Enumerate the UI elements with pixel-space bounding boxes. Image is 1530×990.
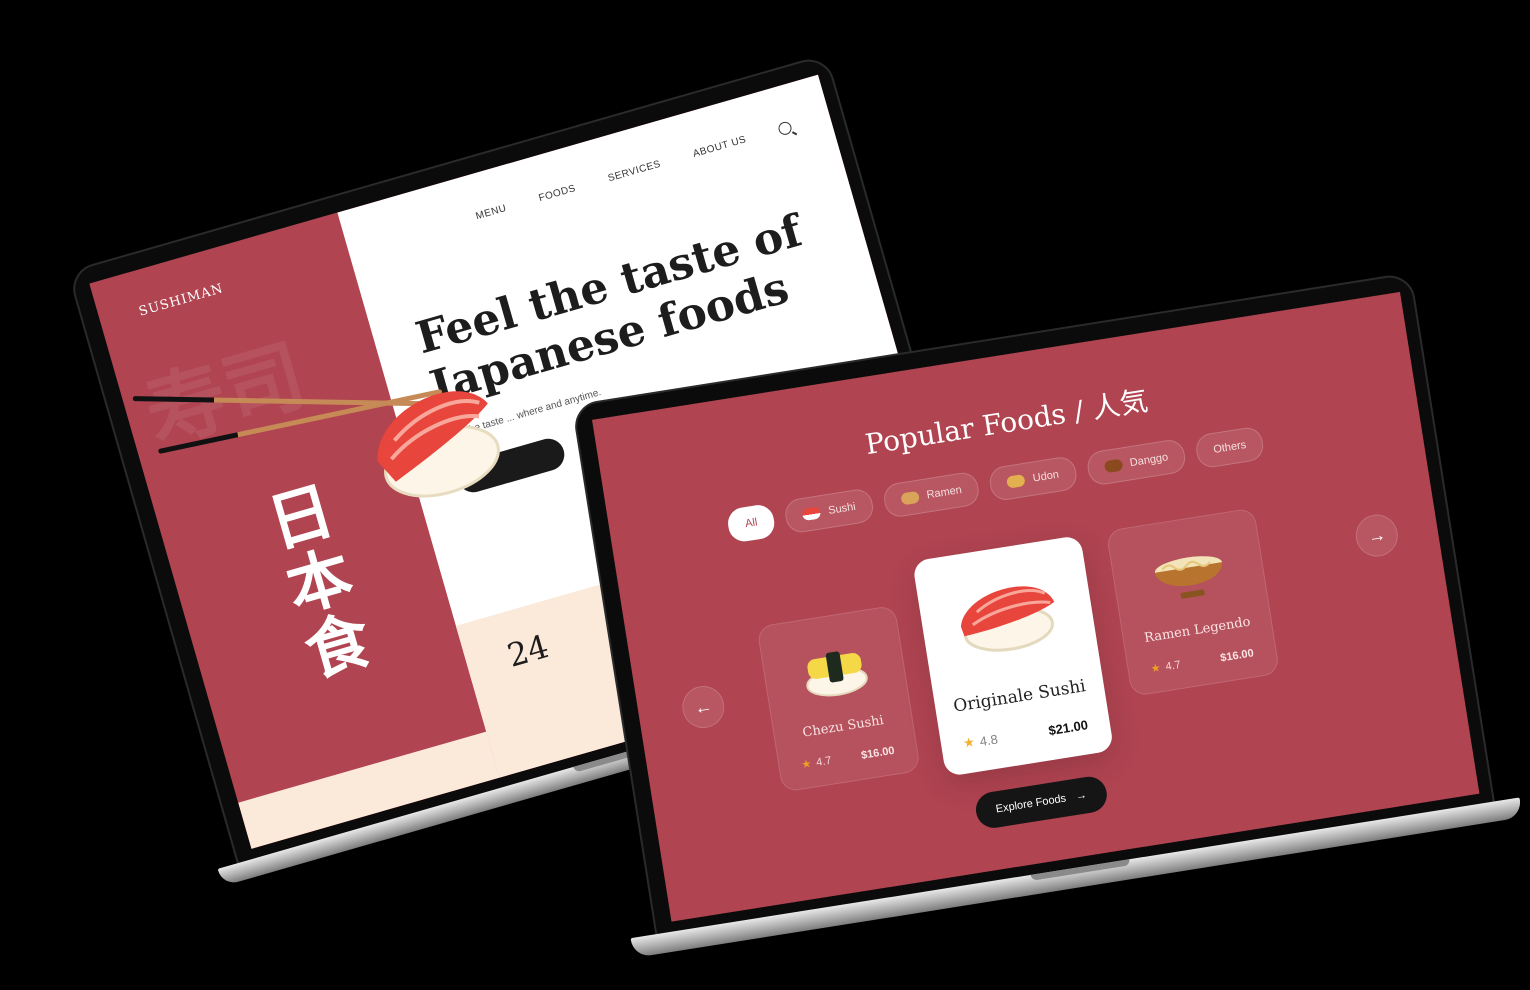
chip-danggo[interactable]: Danggo: [1084, 437, 1188, 487]
tamago-sushi-icon: [806, 651, 868, 697]
dango-icon: [1103, 458, 1124, 474]
rating-value: 4.7: [1164, 658, 1182, 673]
rating: ★ 4.8: [962, 730, 999, 751]
price: $16.00: [860, 744, 896, 762]
next-arrow-button[interactable]: →: [1352, 511, 1401, 560]
ramen-icon: [900, 490, 920, 506]
chip-udon[interactable]: Udon: [987, 455, 1079, 503]
prev-arrow-button[interactable]: ←: [679, 682, 728, 732]
star-icon: ★: [800, 757, 813, 772]
rating: ★ 4.7: [800, 754, 833, 772]
star-icon: ★: [962, 734, 976, 751]
rating-value: 4.8: [978, 730, 999, 749]
food-card-ramen-legendo[interactable]: Ramen Legendo ★ 4.7 $16.00: [1105, 507, 1281, 697]
chip-ramen[interactable]: Ramen: [881, 470, 982, 519]
ramen-bowl-icon: [1154, 556, 1223, 599]
food-meta: ★ 4.7 $16.00: [800, 744, 896, 772]
food-card-chezu-sushi[interactable]: Chezu Sushi ★ 4.7 $16.00: [756, 604, 921, 793]
rating: ★ 4.7: [1150, 658, 1182, 676]
arrow-right-icon: →: [1074, 789, 1088, 803]
udon-icon: [1006, 473, 1026, 489]
price: $16.00: [1219, 646, 1255, 664]
food-meta: ★ 4.7 $16.00: [1150, 646, 1255, 676]
food-card-originale-sushi[interactable]: Originale Sushi ★ 4.8 $21.00: [912, 534, 1115, 777]
food-name: Originale Sushi: [952, 676, 1088, 717]
food-meta: ★ 4.8 $21.00: [962, 716, 1089, 752]
star-icon: ★: [1150, 662, 1162, 676]
food-name: Chezu Sushi: [801, 713, 885, 741]
salmon-nigiri-icon: [960, 586, 1055, 652]
chip-label: Ramen: [925, 483, 963, 502]
chip-label: Danggo: [1129, 451, 1169, 470]
sushi-icon: [801, 506, 822, 522]
rating-value: 4.7: [815, 754, 833, 769]
chip-others[interactable]: Others: [1194, 425, 1266, 470]
chip-sushi[interactable]: Sushi: [783, 487, 876, 535]
chip-label: Sushi: [827, 500, 857, 517]
chip-label: Udon: [1031, 468, 1060, 485]
explore-label: Explore Foods: [995, 792, 1067, 816]
explore-foods-button[interactable]: Explore Foods →: [973, 774, 1110, 831]
food-name: Ramen Legendo: [1143, 614, 1252, 647]
chip-label: Others: [1212, 438, 1248, 456]
price: $21.00: [1047, 716, 1089, 738]
chip-label: All: [744, 516, 759, 531]
chip-all[interactable]: All: [725, 502, 777, 544]
